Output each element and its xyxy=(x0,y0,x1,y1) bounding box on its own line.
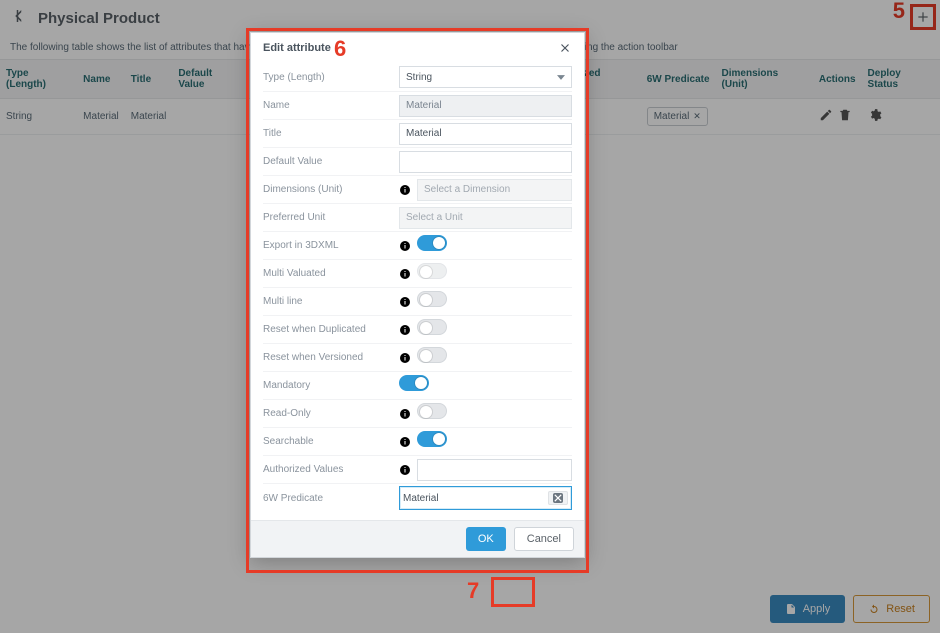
dimensions-select: Select a Dimension xyxy=(417,179,572,201)
reset-versioned-toggle[interactable] xyxy=(417,347,447,363)
info-icon[interactable] xyxy=(399,268,411,280)
info-icon[interactable] xyxy=(399,464,411,476)
name-field xyxy=(399,95,572,117)
callout-6-number: 6 xyxy=(334,36,346,62)
cancel-label: Cancel xyxy=(527,533,561,545)
label-type-length: Type (Length) xyxy=(263,72,393,83)
mandatory-toggle[interactable] xyxy=(399,375,429,391)
label-export-3dxml: Export in 3DXML xyxy=(263,240,393,251)
info-icon[interactable] xyxy=(399,408,411,420)
cancel-button[interactable]: Cancel xyxy=(514,527,574,551)
label-authorized-values: Authorized Values xyxy=(263,464,393,475)
predicate-value-text: Material xyxy=(403,493,439,504)
multi-valuated-toggle xyxy=(417,263,447,279)
multi-line-toggle[interactable] xyxy=(417,291,447,307)
ok-label: OK xyxy=(478,533,494,545)
predicate-field[interactable]: Material xyxy=(399,486,572,510)
export-3dxml-toggle[interactable] xyxy=(417,235,447,251)
read-only-toggle[interactable] xyxy=(417,403,447,419)
info-icon[interactable] xyxy=(399,240,411,252)
modal-header: Edit attribute xyxy=(251,33,584,63)
edit-attribute-modal: Edit attribute Type (Length) String Name… xyxy=(250,32,585,558)
label-searchable: Searchable xyxy=(263,436,393,447)
label-multi-line: Multi line xyxy=(263,296,393,307)
reset-duplicated-toggle[interactable] xyxy=(417,319,447,335)
ok-button[interactable]: OK xyxy=(466,527,506,551)
title-field[interactable] xyxy=(399,123,572,145)
label-default-value: Default Value xyxy=(263,156,393,167)
info-icon[interactable] xyxy=(399,352,411,364)
modal-title: Edit attribute xyxy=(263,42,331,54)
default-value-field[interactable] xyxy=(399,151,572,173)
searchable-toggle[interactable] xyxy=(417,431,447,447)
label-mandatory: Mandatory xyxy=(263,380,393,391)
label-reset-versioned: Reset when Versioned xyxy=(263,352,393,363)
label-dimensions: Dimensions (Unit) xyxy=(263,184,393,195)
callout-7-number: 7 xyxy=(467,578,479,604)
modal-footer: OK Cancel xyxy=(251,520,584,557)
authorized-values-field[interactable] xyxy=(417,459,572,481)
label-reset-duplicated: Reset when Duplicated xyxy=(263,324,393,335)
label-predicate: 6W Predicate xyxy=(263,493,393,504)
close-icon[interactable] xyxy=(558,41,572,55)
predicate-chip[interactable] xyxy=(548,491,568,505)
label-multi-valuated: Multi Valuated xyxy=(263,268,393,279)
preferred-unit-select: Select a Unit xyxy=(399,207,572,229)
modal-form: Type (Length) String Name Title Default … xyxy=(251,63,584,520)
info-icon[interactable] xyxy=(399,296,411,308)
remove-chip-icon[interactable] xyxy=(553,493,563,503)
info-icon[interactable] xyxy=(399,436,411,448)
label-title: Title xyxy=(263,128,393,139)
label-preferred-unit: Preferred Unit xyxy=(263,212,393,223)
type-length-select[interactable]: String xyxy=(399,66,572,88)
info-icon[interactable] xyxy=(399,184,411,196)
label-name: Name xyxy=(263,100,393,111)
info-icon[interactable] xyxy=(399,324,411,336)
label-read-only: Read-Only xyxy=(263,408,393,419)
